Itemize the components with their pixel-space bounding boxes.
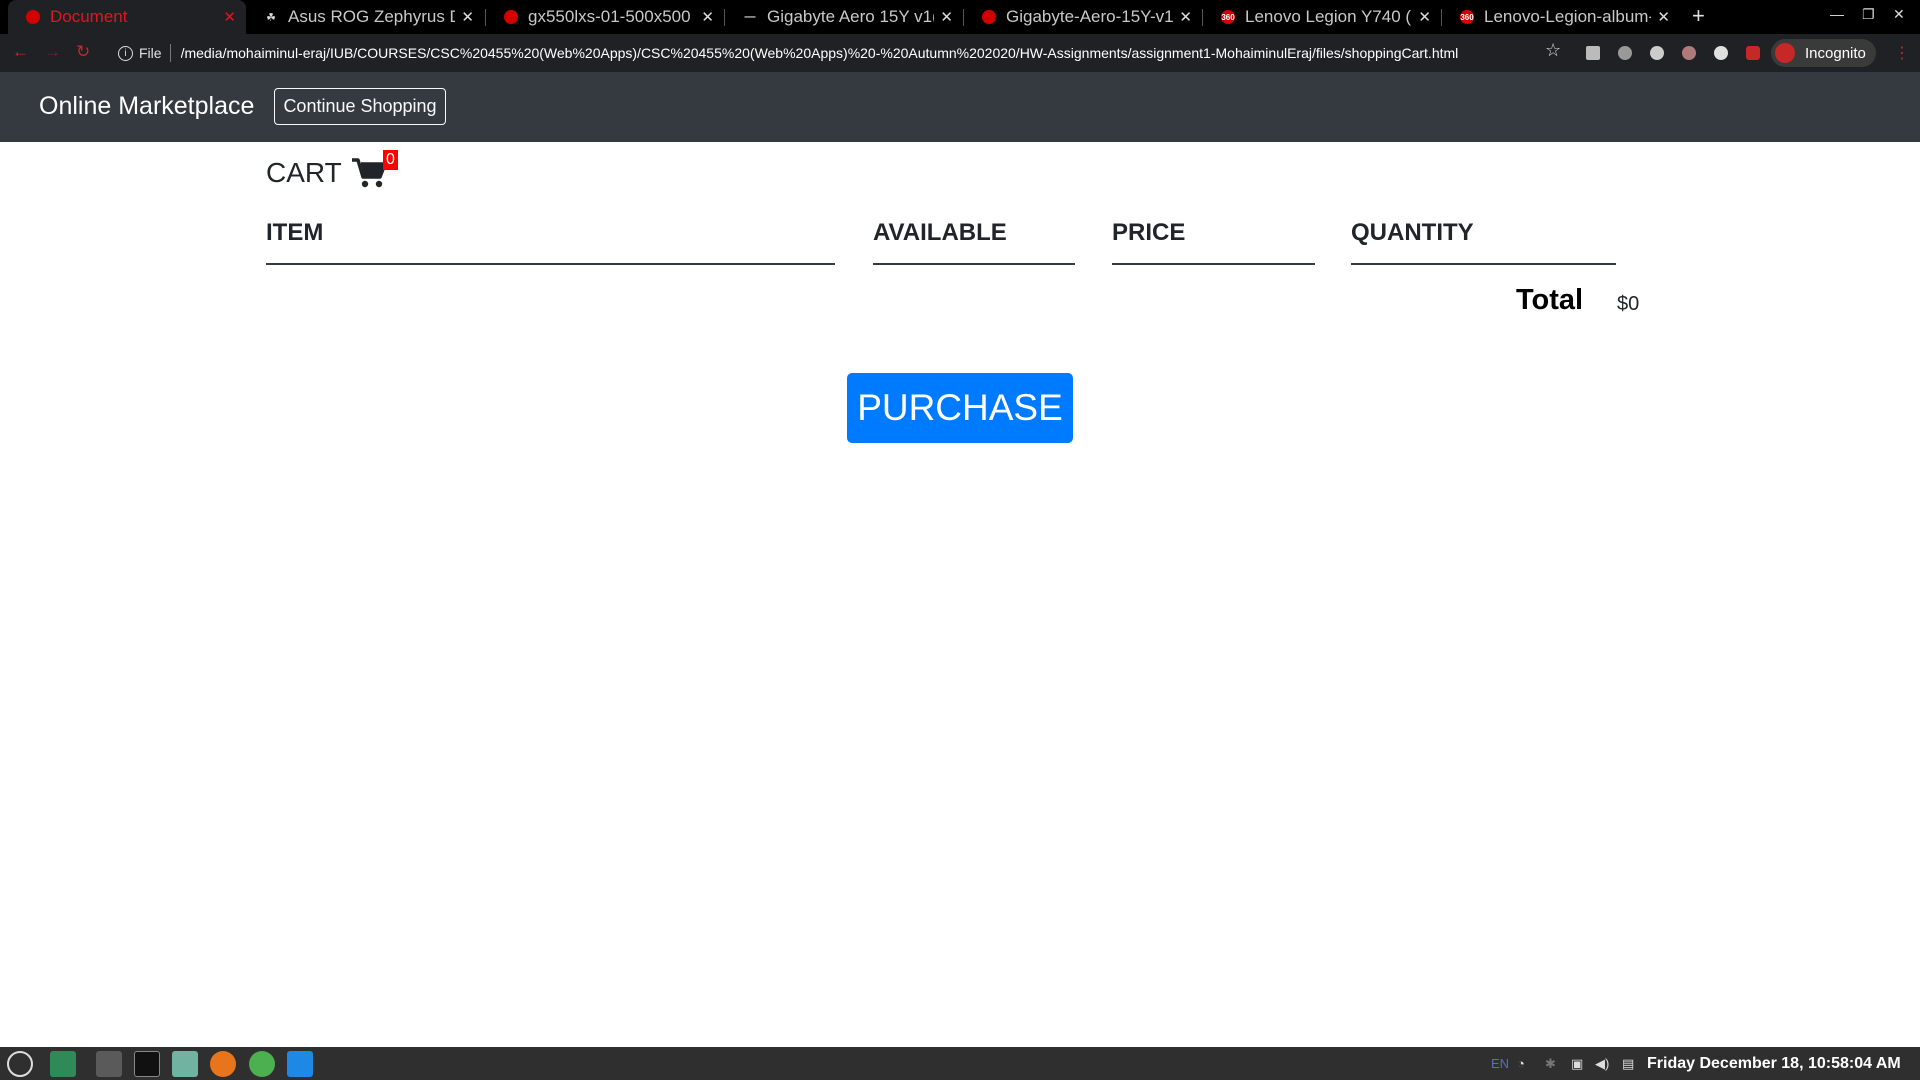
scheme-label: File [139, 45, 162, 61]
tab-gigabyte-aero[interactable]: — Gigabyte Aero 15Y v1( ✕ [725, 0, 963, 34]
close-icon[interactable]: ✕ [940, 8, 953, 26]
close-icon[interactable]: ✕ [1179, 8, 1192, 26]
tab-gx550lxs[interactable]: gx550lxs-01-500x500 ✕ [486, 0, 724, 34]
tab-gigabyte-aero-img[interactable]: Gigabyte-Aero-15Y-v1 ✕ [964, 0, 1202, 34]
terminal-icon[interactable] [134, 1051, 160, 1077]
extension-icon[interactable] [1682, 46, 1696, 60]
close-icon[interactable]: ✕ [1418, 8, 1431, 26]
wifi-icon[interactable]: ◔ [1517, 1056, 1525, 1071]
firefox-icon[interactable] [210, 1051, 236, 1077]
volume-icon[interactable]: ◀) [1595, 1056, 1609, 1072]
menu-kebab-icon[interactable]: ⋮ [1894, 43, 1910, 63]
tab-title: gx550lxs-01-500x500 [528, 7, 691, 26]
extension-icon[interactable] [1714, 46, 1728, 60]
url-text[interactable]: /media/mohaiminul-eraj/IUB/COURSES/CSC%2… [181, 45, 1459, 61]
browser-tab-strip: Document ✕ ☘ Asus ROG Zephyrus Du ✕ gx55… [0, 0, 1920, 34]
gear-extension-icon[interactable] [1650, 46, 1664, 60]
mint-menu-icon[interactable] [7, 1051, 33, 1077]
360-favicon-icon: 360 [1221, 10, 1235, 24]
dash-favicon-icon: — [744, 11, 756, 23]
tab-asus-rog[interactable]: ☘ Asus ROG Zephyrus Du ✕ [246, 0, 484, 34]
restore-icon[interactable]: ❐ [1862, 6, 1875, 23]
info-icon[interactable]: i [118, 45, 133, 61]
close-window-icon[interactable]: ✕ [1893, 6, 1905, 23]
shopping-cart-icon [351, 158, 387, 188]
keyboard-layout[interactable]: EN [1491, 1056, 1509, 1071]
minimize-icon[interactable]: — [1830, 6, 1844, 22]
clipboard-icon[interactable]: ▤ [1622, 1056, 1634, 1072]
tab-title: Document [50, 7, 128, 26]
forward-icon[interactable]: → [44, 42, 61, 62]
column-header-item: ITEM [266, 219, 835, 265]
back-icon[interactable]: ← [12, 42, 29, 62]
site-favicon-icon: ☘ [266, 11, 276, 24]
tab-title: Lenovo Legion Y740 (E [1245, 7, 1413, 26]
tab-lenovo-legion[interactable]: 360 Lenovo Legion Y740 (E ✕ [1203, 0, 1441, 34]
camera-icon[interactable] [1586, 46, 1600, 60]
show-desktop-icon[interactable] [50, 1051, 76, 1077]
incognito-badge[interactable]: Incognito [1771, 39, 1876, 67]
tab-document[interactable]: Document ✕ [8, 0, 246, 34]
new-tab-icon[interactable]: + [1692, 3, 1705, 29]
close-icon[interactable]: ✕ [461, 8, 474, 26]
total-label: Total [1516, 284, 1584, 316]
incognito-icon [1775, 43, 1795, 63]
browser-toolbar: ← → ↻ i File /media/mohaiminul-eraj/IUB/… [0, 34, 1920, 72]
brand-title[interactable]: Online Marketplace [39, 92, 254, 121]
column-header-available: AVAILABLE [873, 219, 1075, 265]
calculator-icon[interactable] [96, 1051, 122, 1077]
cart-title: CART [266, 157, 342, 188]
tab-lenovo-legion-album[interactable]: 360 Lenovo-Legion-album- ✕ [1442, 0, 1680, 34]
puzzle-icon[interactable] [1746, 46, 1760, 60]
red-circle-icon [26, 10, 40, 24]
close-icon[interactable]: ✕ [223, 8, 236, 26]
bluetooth-icon[interactable]: ✱ [1545, 1056, 1556, 1072]
cart-heading: CART [266, 157, 387, 189]
red-circle-icon [982, 10, 996, 24]
column-header-price: PRICE [1112, 219, 1315, 265]
cart-count-badge: 0 [383, 150, 398, 170]
address-bar[interactable]: i File /media/mohaiminul-eraj/IUB/COURSE… [108, 38, 1558, 68]
site-navbar: Online Marketplace Continue Shopping [0, 72, 1920, 142]
clock[interactable]: Friday December 18, 10:58:04 AM [1647, 1055, 1901, 1073]
vscode-icon[interactable] [287, 1051, 313, 1077]
total-value: $0 [1617, 293, 1640, 315]
red-circle-icon [504, 10, 518, 24]
tab-title: Gigabyte-Aero-15Y-v1 [1006, 7, 1174, 26]
incognito-label: Incognito [1805, 44, 1866, 62]
continue-shopping-button[interactable]: Continue Shopping [274, 88, 446, 125]
chrome-icon[interactable] [249, 1051, 275, 1077]
screenshot-icon[interactable]: ▣ [1571, 1056, 1583, 1072]
reload-icon[interactable]: ↻ [76, 42, 90, 62]
tab-title: Gigabyte Aero 15Y v1( [767, 7, 935, 26]
files-icon[interactable] [172, 1051, 198, 1077]
tab-title: Lenovo-Legion-album- [1484, 7, 1652, 26]
desktop-taskbar: EN ◔ ✱ ▣ ◀) ▤ Friday December 18, 10:58:… [0, 1047, 1920, 1080]
purchase-button[interactable]: PURCHASE [847, 373, 1073, 443]
column-header-quantity: QUANTITY [1351, 219, 1616, 265]
omnibox-divider [169, 44, 171, 62]
tab-title: Asus ROG Zephyrus Du [288, 7, 456, 26]
360-favicon-icon: 360 [1460, 10, 1474, 24]
close-icon[interactable]: ✕ [1657, 8, 1670, 26]
bookmark-star-icon[interactable]: ☆ [1545, 40, 1561, 61]
close-icon[interactable]: ✕ [701, 8, 714, 26]
extension-icon[interactable] [1618, 46, 1632, 60]
